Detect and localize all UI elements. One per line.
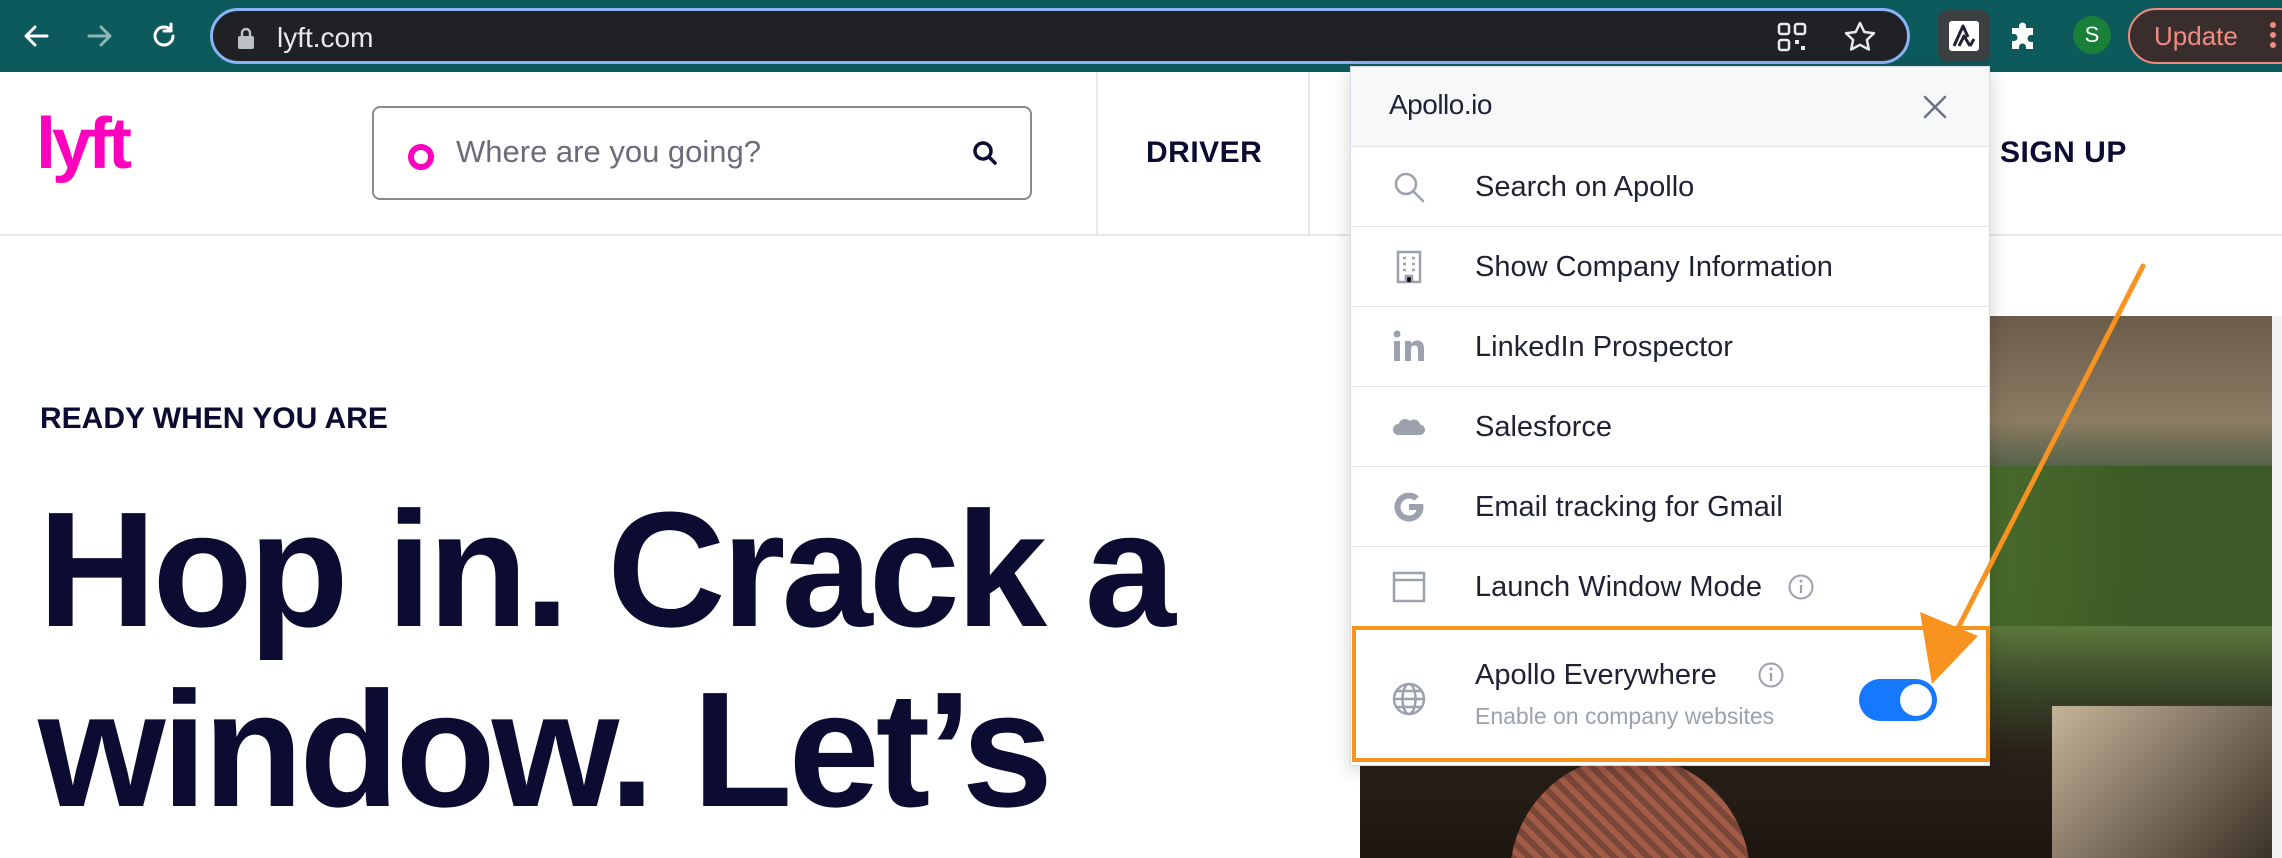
lyft-logo[interactable]: lyft bbox=[36, 108, 158, 188]
back-icon bbox=[24, 25, 49, 47]
close-icon[interactable] bbox=[1921, 93, 1949, 121]
menu-item-label: Show Company Information bbox=[1475, 251, 1833, 283]
apollo-logo: Apollo.io bbox=[1389, 89, 1492, 120]
extensions-button[interactable] bbox=[2004, 14, 2044, 59]
forward-button[interactable] bbox=[78, 14, 122, 58]
google-icon bbox=[1394, 492, 1424, 522]
reload-button[interactable] bbox=[142, 14, 186, 58]
menu-item-salesforce[interactable]: Salesforce bbox=[1351, 387, 1989, 467]
browser-menu-icon[interactable] bbox=[2270, 22, 2276, 28]
destination-search-input[interactable]: Where are you going? bbox=[372, 106, 1032, 200]
apollo-extension-button[interactable] bbox=[1938, 10, 1990, 62]
salesforce-cloud-icon bbox=[1393, 419, 1425, 435]
puzzle-icon bbox=[2012, 22, 2033, 49]
address-bar[interactable]: lyft.com bbox=[210, 8, 1910, 64]
menu-item-search-on-apollo[interactable]: Search on Apollo bbox=[1351, 147, 1989, 227]
hero-image-passenger bbox=[1510, 756, 1750, 858]
nav-driver-link[interactable]: DRIVER bbox=[1146, 136, 1262, 170]
lyft-logo-text: lyft bbox=[36, 108, 132, 184]
hero-heading-line-2: window. Let’s bbox=[38, 658, 1053, 841]
page-scrollbar[interactable] bbox=[2272, 316, 2282, 858]
info-icon[interactable] bbox=[1787, 573, 1815, 601]
apollo-popup-header: Apollo.io bbox=[1351, 67, 1989, 147]
annotation-highlight-box bbox=[1352, 626, 1990, 762]
menu-item-launch-window-mode[interactable]: Launch Window Mode bbox=[1351, 547, 1989, 627]
menu-item-label: LinkedIn Prospector bbox=[1475, 331, 1733, 363]
qr-code-icon[interactable] bbox=[1777, 22, 1807, 52]
search-placeholder: Where are you going? bbox=[456, 134, 762, 169]
profile-avatar[interactable]: S bbox=[2073, 16, 2111, 54]
building-icon bbox=[1396, 250, 1422, 284]
menu-item-linkedin-prospector[interactable]: LinkedIn Prospector bbox=[1351, 307, 1989, 387]
location-dot-icon bbox=[408, 144, 434, 170]
lock-icon bbox=[238, 27, 254, 49]
hero-image-seat bbox=[2052, 706, 2272, 858]
hero-eyebrow: READY WHEN YOU ARE bbox=[40, 402, 388, 435]
url-text: lyft.com bbox=[277, 22, 374, 53]
menu-item-label: Salesforce bbox=[1475, 411, 1613, 443]
search-icon[interactable] bbox=[970, 138, 1000, 168]
back-button[interactable] bbox=[14, 14, 58, 58]
nav-signup-link[interactable]: SIGN UP bbox=[2000, 136, 2127, 170]
forward-icon bbox=[87, 25, 112, 47]
menu-item-show-company-information[interactable]: Show Company Information bbox=[1351, 227, 1989, 307]
menu-item-label: Launch Window Mode bbox=[1475, 571, 1762, 603]
reload-icon bbox=[153, 22, 175, 47]
update-button[interactable]: Update bbox=[2128, 8, 2282, 64]
search-icon bbox=[1394, 172, 1425, 203]
nav-divider bbox=[1096, 72, 1098, 234]
menu-item-label: Search on Apollo bbox=[1475, 171, 1695, 203]
star-icon[interactable] bbox=[1843, 20, 1877, 54]
apollo-extension-icon bbox=[1949, 21, 1979, 51]
linkedin-icon bbox=[1393, 330, 1424, 361]
hero-heading-line-1: Hop in. Crack a bbox=[38, 478, 1176, 661]
menu-item-email-tracking-gmail[interactable]: Email tracking for Gmail bbox=[1351, 467, 1989, 547]
window-icon bbox=[1392, 571, 1426, 603]
browser-toolbar: lyft.com S Update bbox=[0, 0, 2282, 72]
nav-divider bbox=[1308, 72, 1310, 234]
menu-item-label: Email tracking for Gmail bbox=[1475, 491, 1783, 523]
